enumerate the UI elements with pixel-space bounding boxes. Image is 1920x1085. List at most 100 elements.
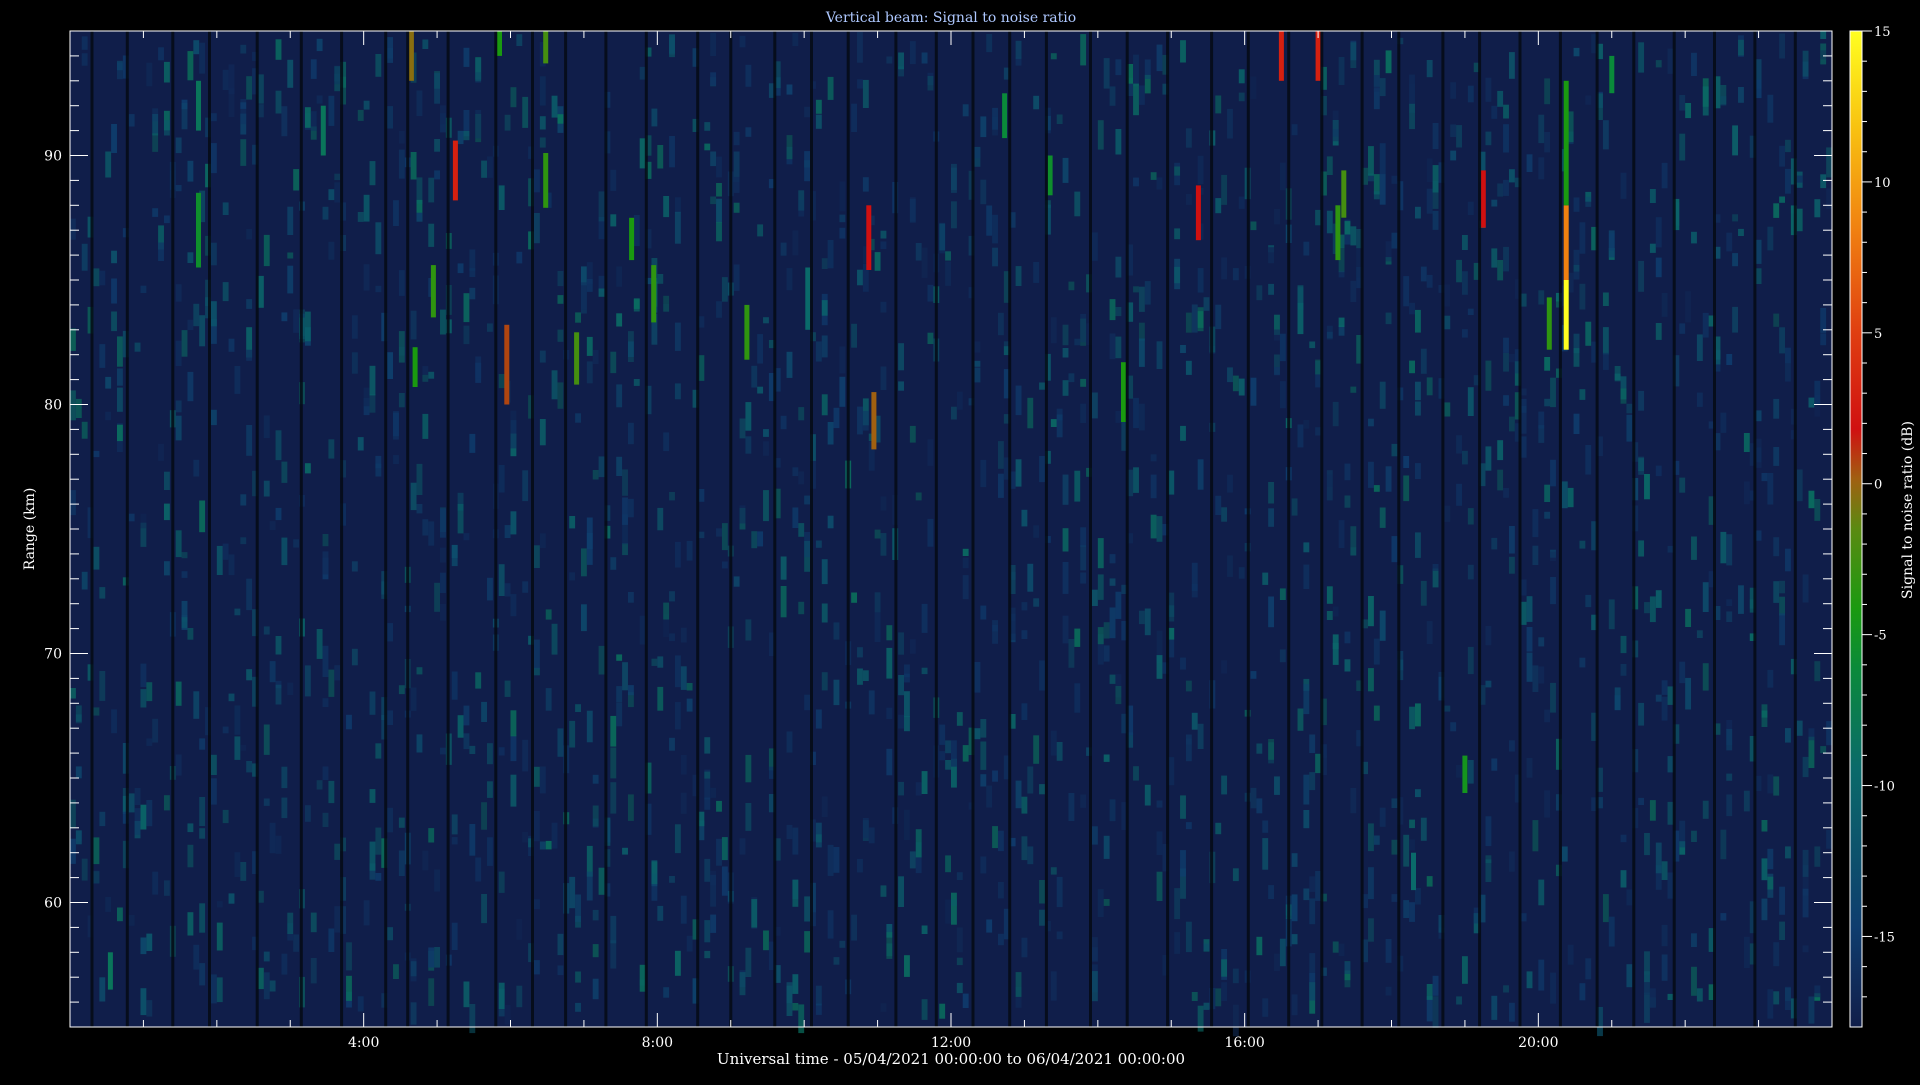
echo-segment (1278, 31, 1284, 81)
noise-cell (222, 282, 229, 302)
echo-segment (1002, 93, 1008, 139)
noise-cell (886, 56, 893, 64)
noise-cell (815, 709, 822, 729)
noise-cell (657, 905, 664, 921)
noise-cell (428, 177, 435, 203)
noise-cell (1755, 239, 1762, 264)
noise-cell (316, 95, 323, 104)
noise-cell (1414, 206, 1421, 219)
noise-cell (915, 829, 922, 858)
noise-cell (1550, 972, 1556, 1004)
noise-cell (821, 559, 828, 585)
noise-cell (75, 705, 82, 722)
noise-cell (1262, 572, 1269, 585)
noise-cell (1156, 655, 1163, 679)
noise-cell (187, 628, 194, 640)
data-gap (531, 31, 534, 1027)
noise-cell (1520, 398, 1527, 413)
noise-cell (1767, 848, 1774, 870)
noise-cell (639, 66, 646, 80)
noise-cell (962, 104, 969, 117)
noise-cell (962, 993, 969, 1008)
noise-cell (1379, 610, 1386, 641)
noise-cell (1303, 564, 1310, 589)
noise-cell (1344, 221, 1351, 235)
noise-cell (1021, 937, 1028, 958)
noise-cell (539, 766, 546, 794)
noise-cell (304, 311, 311, 342)
noise-cell (1021, 703, 1028, 720)
noise-cell (510, 594, 517, 617)
noise-cell (334, 906, 341, 933)
noise-cell (592, 805, 599, 827)
noise-cell (974, 360, 981, 367)
data-gap (208, 31, 211, 1027)
noise-cell (1091, 971, 1098, 1002)
noise-cell (1303, 810, 1310, 829)
noise-cell (639, 138, 646, 169)
noise-cell (804, 495, 811, 505)
noise-cell (163, 561, 170, 576)
noise-cell (1779, 580, 1786, 594)
data-gap (971, 31, 975, 1027)
noise-cell (1227, 555, 1233, 577)
noise-cell (428, 828, 435, 843)
noise-cell (745, 402, 752, 431)
noise-cell (804, 151, 811, 182)
noise-cell (745, 754, 752, 783)
noise-cell (1227, 108, 1233, 139)
noise-cell (622, 662, 628, 691)
noise-cell (216, 922, 223, 951)
noise-cell (1338, 270, 1345, 278)
noise-cell (275, 39, 282, 60)
noise-cell (1191, 992, 1198, 1001)
noise-cell (246, 76, 253, 100)
noise-cell (1655, 60, 1662, 68)
noise-cell (1138, 322, 1145, 341)
noise-cell (839, 181, 846, 212)
noise-cell (1409, 103, 1415, 130)
noise-cell (351, 352, 358, 374)
noise-cell (1097, 538, 1104, 569)
noise-cell (398, 331, 405, 363)
noise-cell (81, 421, 88, 439)
noise-cell (1080, 34, 1087, 66)
noise-cell (351, 315, 358, 339)
noise-cell (134, 342, 141, 352)
noise-cell (821, 394, 828, 416)
noise-cell (487, 323, 493, 332)
noise-cell (1432, 996, 1439, 1028)
noise-cell (1426, 274, 1433, 288)
noise-cell (815, 540, 822, 548)
noise-cell (1696, 630, 1703, 638)
noise-cell (146, 800, 153, 827)
y-tick-label: 60 (44, 896, 62, 912)
noise-cell (821, 300, 828, 316)
noise-cell (357, 996, 364, 1012)
noise-cell (980, 774, 987, 787)
noise-cell (222, 726, 229, 734)
noise-cell (287, 912, 294, 934)
noise-cell (1050, 867, 1057, 875)
noise-cell (375, 873, 382, 881)
noise-cell (158, 242, 164, 261)
noise-cell (721, 523, 728, 551)
noise-cell (487, 577, 493, 601)
noise-cell (193, 459, 200, 477)
noise-cell (716, 838, 722, 866)
noise-cell (1732, 214, 1739, 222)
noise-cell (622, 469, 628, 496)
noise-cell (1485, 360, 1492, 391)
noise-cell (99, 587, 106, 599)
noise-cell (804, 896, 811, 922)
noise-cell (1238, 378, 1245, 396)
noise-cell (927, 76, 934, 91)
noise-cell (833, 847, 840, 873)
noise-cell (199, 828, 206, 839)
noise-cell (1702, 800, 1709, 819)
noise-cell (1467, 308, 1474, 315)
noise-cell (610, 782, 617, 814)
noise-cell (1350, 386, 1357, 393)
noise-cell (1649, 596, 1656, 623)
noise-cell (592, 470, 599, 480)
